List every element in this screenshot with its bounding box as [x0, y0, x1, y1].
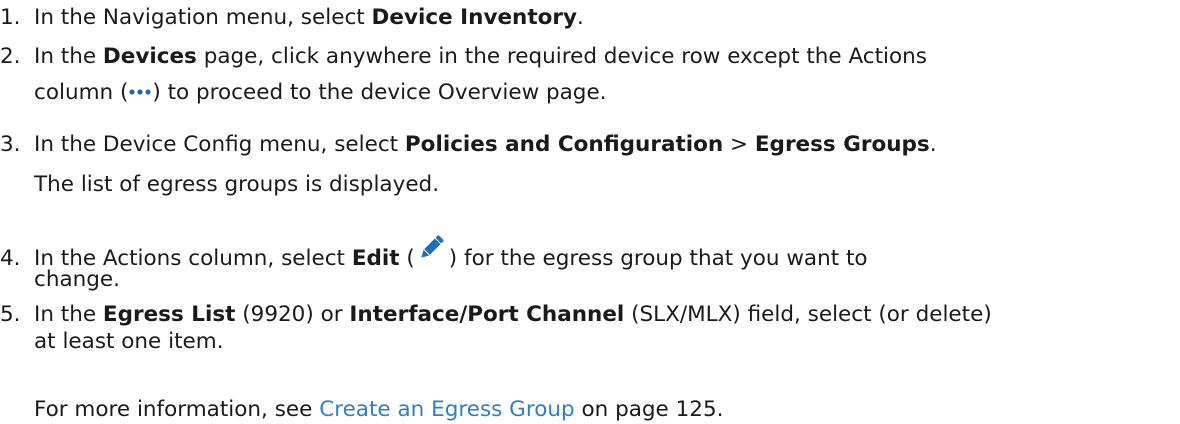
step-text: In the Device Config menu, select: [34, 132, 405, 157]
step-text: page, click anywhere in the required dev…: [196, 44, 927, 69]
step-text: In the Navigation menu, select: [34, 5, 372, 30]
create-egress-group-link[interactable]: Create an Egress Group: [319, 397, 574, 422]
note-text: on page 125.: [574, 397, 724, 422]
step-2-continued: column ( ) to proceed to the device Overv…: [34, 79, 607, 107]
step-number: 2.: [0, 44, 21, 69]
step-3: 3. In the Device Config menu, select Poli…: [0, 131, 937, 159]
step-text: .: [577, 5, 584, 30]
step-2: 2. In the Devices page, click anywhere in…: [0, 43, 927, 71]
step-text: .: [929, 132, 937, 157]
step-text: (SLX/MLX) field, select (or delete): [624, 302, 992, 327]
ui-term: Egress List: [102, 302, 236, 327]
step-number: 5.: [0, 302, 21, 327]
ui-term: Egress Groups: [754, 132, 930, 157]
step-text: In the: [34, 44, 103, 69]
step-text: (9920) or: [235, 302, 350, 327]
ui-term: Interface/Port Channel: [349, 302, 625, 327]
ui-term: Device Inventory: [371, 5, 578, 30]
step-text: In the: [34, 302, 103, 327]
step-1: 1. In the Navigation menu, select Device …: [0, 4, 584, 32]
step-5-continued: at least one item.: [34, 329, 224, 354]
step-text: >: [723, 132, 755, 157]
step-3-note: The list of egress groups is displayed.: [34, 172, 440, 197]
step-text: (: [399, 246, 415, 271]
more-dots-icon: [128, 76, 152, 104]
step-5: 5. In the Egress List (9920) or Interface…: [0, 301, 992, 329]
ui-term: Policies and Configuration: [404, 132, 724, 157]
document: 1. In the Navigation menu, select Device …: [0, 0, 1180, 423]
step-4: 4. In the Actions column, select Edit () …: [0, 235, 868, 279]
step-4-continued: change.: [34, 267, 120, 292]
ui-term: Edit: [351, 246, 400, 271]
step-number: 3.: [0, 132, 21, 157]
step-text: ) to proceed to the device Overview page…: [152, 80, 607, 105]
step-text: ) for the egress group that you want to: [448, 246, 868, 271]
ui-term: Devices: [102, 44, 197, 69]
step-text: column (: [34, 80, 129, 105]
step-number: 1.: [0, 5, 21, 30]
note-text: For more information, see: [34, 397, 320, 422]
pencil-edit-icon: [417, 231, 447, 271]
step-number: 4.: [0, 246, 21, 271]
step-5-note: For more information, see Create an Egre…: [34, 396, 724, 424]
